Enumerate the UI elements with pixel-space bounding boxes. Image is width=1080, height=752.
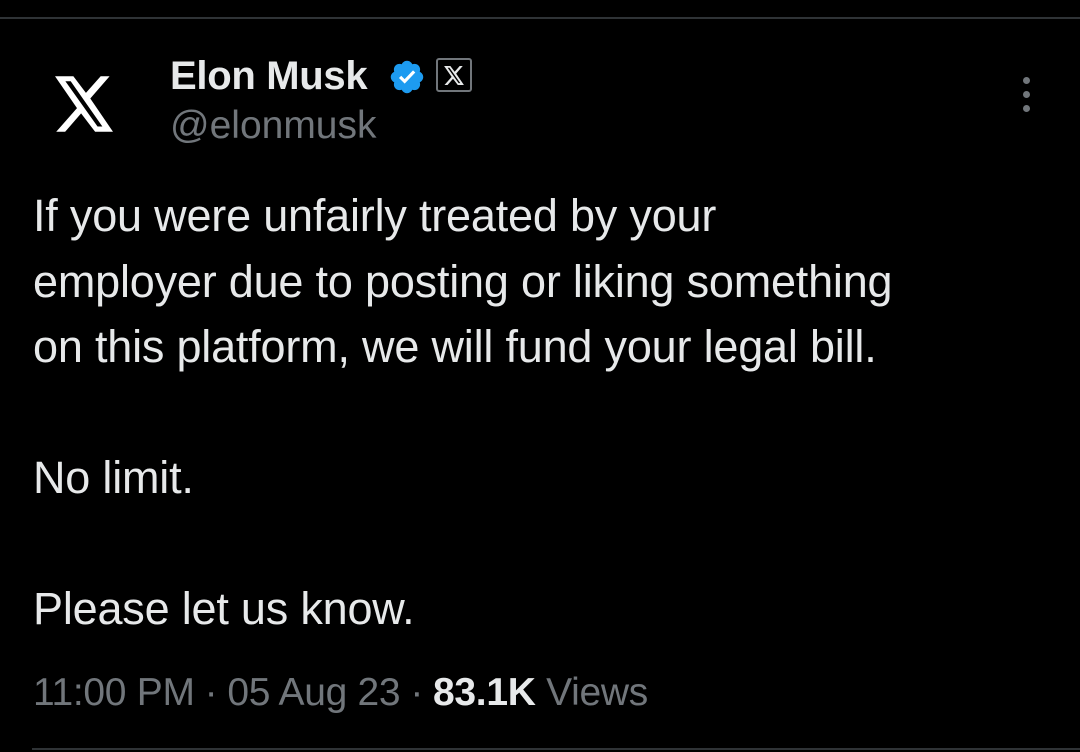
x-affiliate-logo-icon <box>444 65 464 85</box>
more-options-icon[interactable] <box>1006 70 1046 118</box>
views-count: 83.1K <box>433 671 536 714</box>
tweet-paragraph: No limit. <box>33 452 194 503</box>
top-divider <box>0 17 1080 19</box>
views-label: Views <box>546 671 648 714</box>
meta-separator: · <box>410 671 423 714</box>
tweet-text: If you were unfairly treated by your emp… <box>33 183 1063 642</box>
author-name[interactable]: Elon Musk <box>170 52 368 100</box>
tweet-paragraph: Please let us know. <box>33 583 415 634</box>
author-handle[interactable]: @elonmusk <box>170 103 377 149</box>
tweet-date[interactable]: 05 Aug 23 <box>227 671 400 714</box>
verified-badge-icon <box>390 60 424 94</box>
more-dot <box>1022 104 1030 112</box>
tweet-time[interactable]: 11:00 PM <box>33 671 195 714</box>
avatar[interactable] <box>28 48 140 160</box>
x-logo-icon <box>55 76 113 132</box>
more-dot <box>1022 90 1030 98</box>
tweet-meta: 11:00 PM · 05 Aug 23 · 83.1K Views <box>33 668 648 718</box>
tweet-paragraph: If you were unfairly treated by your emp… <box>33 190 893 372</box>
meta-separator: · <box>204 671 218 714</box>
more-dot <box>1022 76 1030 84</box>
x-affiliate-badge-icon[interactable] <box>436 58 472 92</box>
bottom-divider <box>32 748 1080 750</box>
